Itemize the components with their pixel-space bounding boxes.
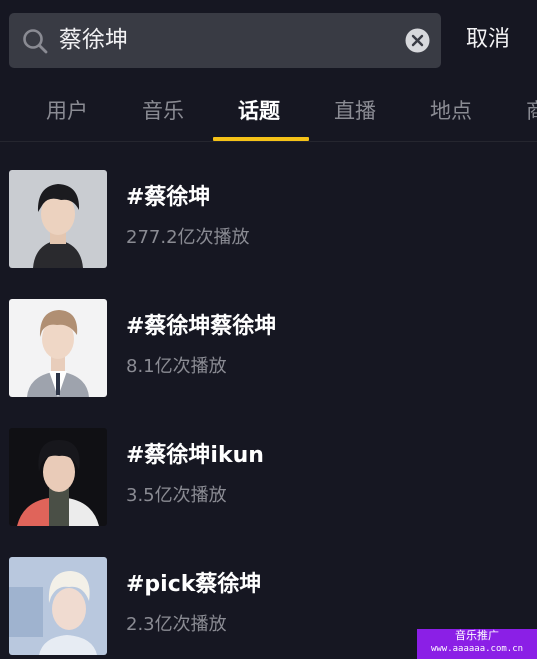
active-tab-indicator (213, 137, 309, 141)
tab-users[interactable]: 用户 (46, 96, 88, 126)
tab-music[interactable]: 音乐 (142, 96, 184, 126)
cancel-button[interactable]: 取消 (466, 25, 510, 55)
topic-thumbnail[interactable] (9, 170, 107, 268)
search-icon (23, 29, 48, 54)
topic-title: #蔡徐坤ikun (126, 443, 264, 468)
list-item[interactable]: #蔡徐坤 277.2亿次播放 (9, 170, 529, 270)
topic-thumbnail[interactable] (9, 557, 107, 655)
tab-places[interactable]: 地点 (430, 96, 472, 126)
play-count: 277.2亿次播放 (126, 227, 250, 248)
clear-icon[interactable] (405, 28, 430, 53)
play-count: 3.5亿次播放 (126, 485, 227, 506)
topic-thumbnail[interactable] (9, 428, 107, 526)
topic-title: #pick蔡徐坤 (126, 572, 262, 597)
tab-live[interactable]: 直播 (334, 96, 376, 126)
list-item[interactable]: #蔡徐坤ikun 3.5亿次播放 (9, 428, 529, 528)
category-tabs: 用户 音乐 话题 直播 地点 商 (0, 82, 537, 142)
promo-title: 音乐推广 (455, 629, 499, 642)
promo-watermark: 音乐推广 www.aaaaaa.com.cn (417, 629, 537, 659)
tab-topics[interactable]: 话题 (238, 96, 280, 126)
topic-thumbnail[interactable] (9, 299, 107, 397)
promo-url: www.aaaaaa.com.cn (430, 644, 524, 654)
search-bar[interactable]: 蔡徐坤 (9, 13, 441, 68)
play-count: 8.1亿次播放 (126, 356, 227, 377)
tab-shop[interactable]: 商 (526, 96, 537, 126)
play-count: 2.3亿次播放 (126, 614, 227, 635)
list-item[interactable]: #蔡徐坤蔡徐坤 8.1亿次播放 (9, 299, 529, 399)
topic-title: #蔡徐坤 (126, 185, 211, 210)
search-input[interactable]: 蔡徐坤 (59, 25, 128, 55)
topic-title: #蔡徐坤蔡徐坤 (126, 314, 277, 339)
